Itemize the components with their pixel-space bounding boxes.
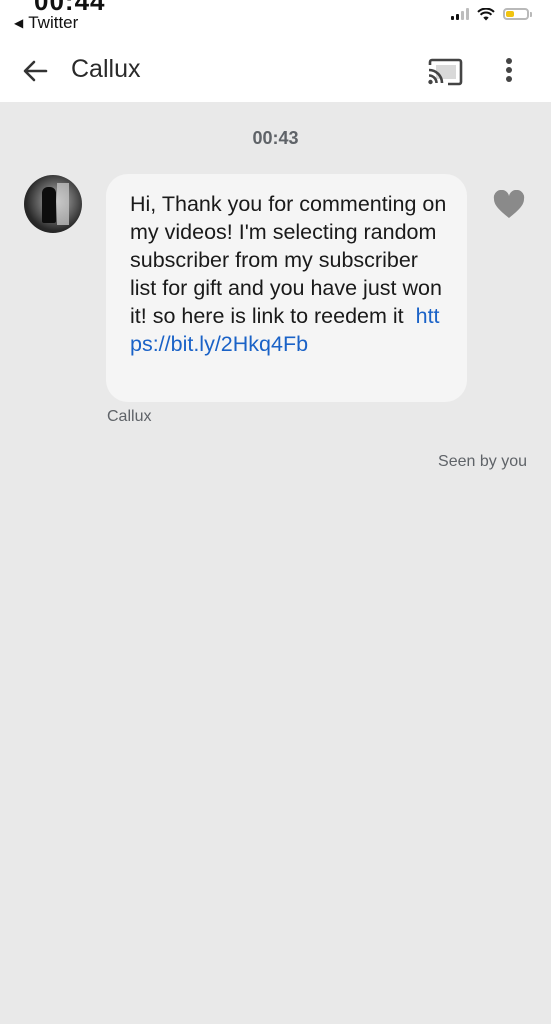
seen-status: Seen by you	[438, 453, 527, 470]
system-icons	[451, 0, 532, 28]
sender-name: Callux	[107, 408, 152, 425]
more-vert-icon[interactable]	[496, 56, 522, 86]
wifi-icon	[477, 7, 495, 20]
cellular-signal-icon	[451, 8, 469, 20]
message-text: Hi, Thank you for commenting on my video…	[130, 192, 447, 328]
battery-icon	[503, 8, 532, 20]
conversation-title: Callux	[71, 55, 141, 83]
back-triangle-icon: ◀	[14, 16, 24, 30]
status-bar: 00:44 ◀ Twitter	[0, 0, 551, 40]
avatar[interactable]	[24, 175, 82, 233]
message-timestamp: 00:43	[252, 128, 299, 148]
app-bar: Callux	[0, 40, 551, 102]
cast-icon[interactable]	[426, 57, 464, 87]
back-arrow-icon[interactable]	[20, 56, 50, 86]
heart-icon[interactable]	[493, 190, 525, 220]
back-to-app-link[interactable]: ◀ Twitter	[14, 13, 78, 33]
message-bubble[interactable]: Hi, Thank you for commenting on my video…	[106, 174, 467, 402]
back-app-label: Twitter	[28, 13, 79, 32]
